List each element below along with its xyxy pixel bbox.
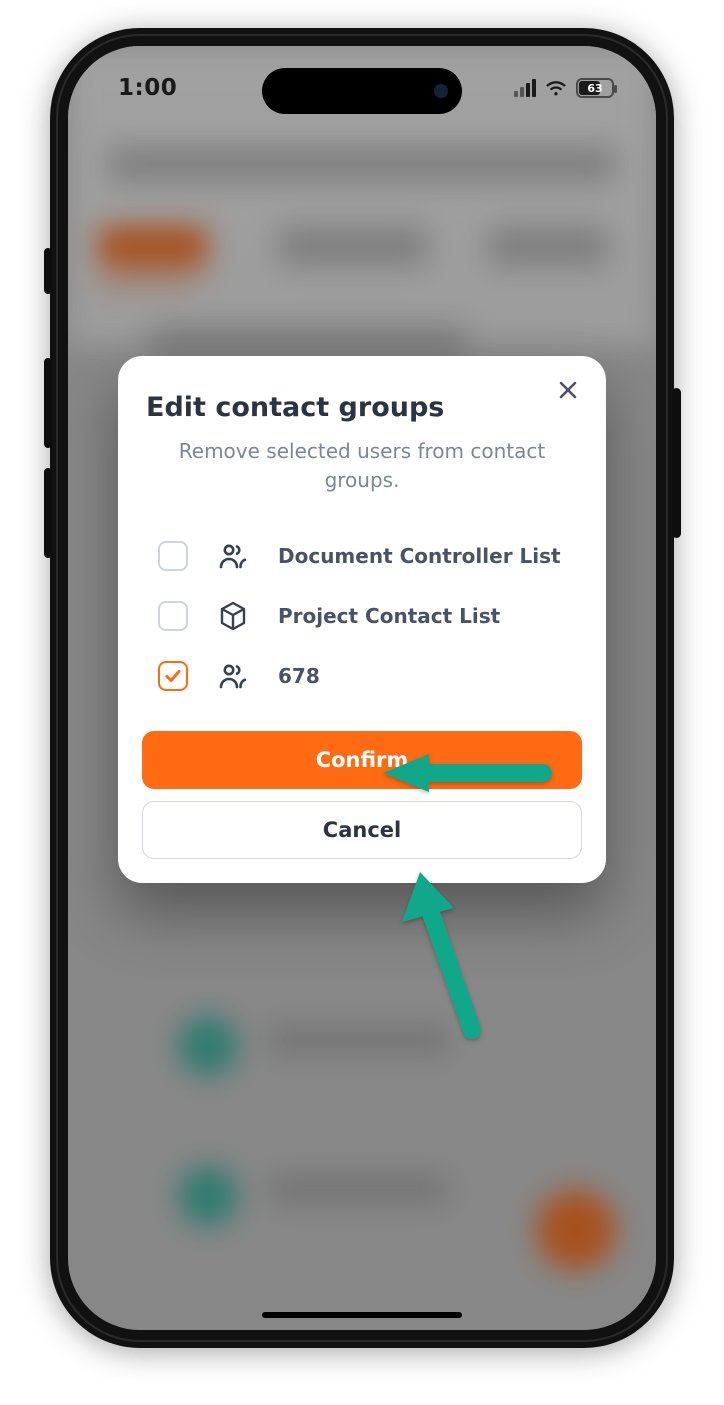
cellular-icon [514, 79, 536, 97]
cube-icon [216, 601, 250, 631]
modal-subtitle: Remove selected users from contact group… [142, 437, 582, 535]
checkbox-checked[interactable] [158, 661, 188, 691]
edit-contact-groups-modal: Edit contact groups Remove selected user… [118, 356, 606, 883]
checkbox-unchecked[interactable] [158, 601, 188, 631]
cancel-button[interactable]: Cancel [142, 801, 582, 859]
volume-down-button [44, 468, 52, 558]
group-label: Document Controller List [278, 544, 561, 568]
users-icon [216, 542, 250, 570]
check-icon [163, 666, 183, 686]
side-button [44, 248, 52, 294]
wifi-icon [544, 79, 568, 97]
group-list: Document Controller List Project Contact… [142, 535, 582, 731]
group-row[interactable]: Project Contact List [158, 601, 572, 631]
group-label: Project Contact List [278, 604, 500, 628]
annotation-arrow-up [402, 872, 492, 1042]
volume-up-button [44, 358, 52, 448]
dynamic-island [262, 68, 462, 114]
status-time: 1:00 [118, 75, 177, 101]
users-icon [216, 662, 250, 690]
annotation-arrow-left [383, 748, 553, 798]
group-row[interactable]: 678 [158, 661, 572, 691]
screen: 1:00 63 Edit contact groups Remove sel [68, 46, 656, 1330]
checkbox-unchecked[interactable] [158, 541, 188, 571]
power-button [672, 388, 681, 538]
battery-level: 63 [587, 82, 602, 95]
group-label: 678 [278, 664, 320, 688]
close-button[interactable] [552, 374, 584, 406]
phone-frame: 1:00 63 Edit contact groups Remove sel [50, 28, 674, 1348]
home-indicator [262, 1312, 462, 1318]
group-row[interactable]: Document Controller List [158, 541, 572, 571]
close-icon [557, 379, 579, 401]
battery-icon: 63 [576, 78, 614, 98]
modal-title: Edit contact groups [142, 386, 582, 437]
